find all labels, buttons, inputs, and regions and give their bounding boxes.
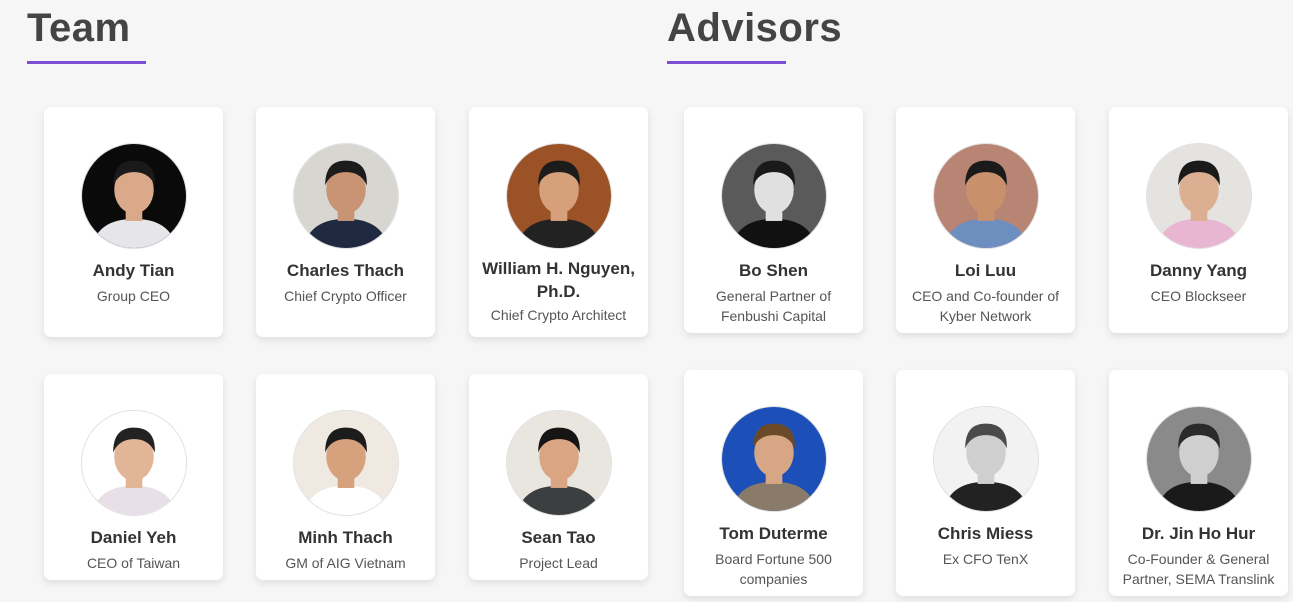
member-role: Project Lead	[519, 555, 598, 571]
member-role: Board Fortune 500 companies	[715, 551, 832, 587]
member-role: Group CEO	[96, 288, 171, 304]
portrait-photo	[1146, 407, 1251, 511]
advisor-card-loi-luu[interactable]: Loi Luu CEO and Co-founder of Kyber Netw…	[896, 107, 1075, 333]
portrait-photo	[81, 411, 186, 515]
member-role: Chief Crypto Officer	[284, 288, 407, 304]
portrait-photo	[81, 144, 186, 248]
team-card-daniel-yeh[interactable]: Daniel Yeh CEO of Taiwan	[44, 374, 223, 580]
team-card-charles-thach[interactable]: Charles Thach Chief Crypto Officer	[256, 107, 435, 337]
team-heading: Team	[27, 6, 131, 50]
advisor-card-danny-yang[interactable]: Danny Yang CEO Blockseer	[1109, 107, 1288, 333]
member-name: Dr. Jin Ho Hur	[1141, 524, 1256, 543]
member-name: William H. Nguyen, Ph.D.	[482, 259, 635, 301]
avatar	[80, 410, 187, 516]
member-role: CEO of Taiwan	[86, 555, 181, 571]
avatar	[932, 143, 1039, 249]
portrait-photo	[721, 144, 826, 248]
avatar	[80, 143, 187, 249]
avatar	[1145, 143, 1252, 249]
avatar	[720, 406, 827, 512]
member-role: Ex CFO TenX	[942, 551, 1029, 567]
avatar	[1145, 406, 1252, 512]
avatar	[505, 143, 612, 249]
advisors-heading: Advisors	[667, 6, 843, 50]
member-name: Tom Duterme	[719, 524, 828, 543]
team-heading-underline	[27, 61, 146, 64]
member-role: Chief Crypto Architect	[490, 307, 627, 323]
portrait-photo	[293, 411, 398, 515]
portrait-photo	[1146, 144, 1251, 248]
member-name: Daniel Yeh	[90, 528, 177, 547]
member-name: Bo Shen	[739, 261, 808, 280]
portrait-photo	[293, 144, 398, 248]
portrait-photo	[721, 407, 826, 511]
member-role: CEO and Co-founder of Kyber Network	[911, 288, 1060, 324]
member-name: Chris Miess	[937, 524, 1034, 543]
advisor-card-tom-duterme[interactable]: Tom Duterme Board Fortune 500 companies	[684, 370, 863, 596]
member-role: GM of AIG Vietnam	[285, 555, 406, 571]
avatar	[292, 410, 399, 516]
member-role: General Partner of Fenbushi Capital	[715, 288, 832, 324]
avatar	[720, 143, 827, 249]
team-card-william-nguyen[interactable]: William H. Nguyen, Ph.D. Chief Crypto Ar…	[469, 107, 648, 337]
avatar	[505, 410, 612, 516]
advisor-card-jin-ho-hur[interactable]: Dr. Jin Ho Hur Co-Founder & General Part…	[1109, 370, 1288, 596]
team-card-sean-tao[interactable]: Sean Tao Project Lead	[469, 374, 648, 580]
avatar	[292, 143, 399, 249]
member-name: Minh Thach	[298, 528, 393, 547]
portrait-photo	[506, 144, 611, 248]
member-role: Co-Founder & General Partner, SEMA Trans…	[1122, 551, 1275, 587]
portrait-photo	[933, 407, 1038, 511]
member-name: Loi Luu	[954, 261, 1017, 280]
member-name: Andy Tian	[92, 261, 175, 280]
member-role: CEO Blockseer	[1150, 288, 1247, 304]
avatar	[932, 406, 1039, 512]
advisor-card-bo-shen[interactable]: Bo Shen General Partner of Fenbushi Capi…	[684, 107, 863, 333]
member-name: Charles Thach	[286, 261, 405, 280]
member-name: Sean Tao	[521, 528, 596, 547]
advisor-card-chris-miess[interactable]: Chris Miess Ex CFO TenX	[896, 370, 1075, 596]
portrait-photo	[506, 411, 611, 515]
team-card-andy-tian[interactable]: Andy Tian Group CEO	[44, 107, 223, 337]
team-card-minh-thach[interactable]: Minh Thach GM of AIG Vietnam	[256, 374, 435, 580]
advisors-heading-underline	[667, 61, 786, 64]
member-name: Danny Yang	[1150, 261, 1247, 280]
portrait-photo	[933, 144, 1038, 248]
